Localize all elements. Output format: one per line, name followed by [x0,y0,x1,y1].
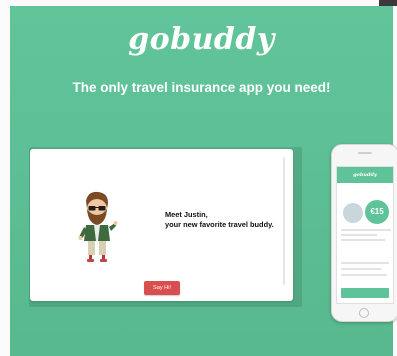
chat-message-line-2: your new favorite travel buddy. [165,220,274,229]
chat-message: Meet Justin, your new favorite travel bu… [165,210,290,230]
phone-price-badge: €15 [365,200,389,224]
phone-screen: gobuddy €15 [336,166,394,304]
phone-app-header: gobuddy [337,167,393,183]
phone-cta-button [341,288,389,298]
chat-window: Meet Justin, your new favorite travel bu… [30,149,293,301]
chat-message-line-1: Meet Justin, [165,210,208,219]
phone-home-button [359,308,369,318]
phone-text-line [341,268,381,270]
say-hi-button[interactable]: Say Hi! [144,281,180,295]
gobuddy-logo[interactable]: gobuddy [10,22,393,57]
phone-text-line [341,262,389,264]
justin-mascot-icon [78,191,118,262]
phone-text-line [341,234,377,236]
phone-avatar-icon [343,203,363,223]
phone-mockup: gobuddy €15 [331,144,397,322]
hero-section: gobuddy The only travel insurance app yo… [10,6,397,356]
phone-text-line [341,274,387,276]
phone-text-line [341,239,385,241]
hero-tagline: The only travel insurance app you need! [72,80,331,95]
phone-speaker [358,152,372,154]
phone-text-line [341,229,391,231]
